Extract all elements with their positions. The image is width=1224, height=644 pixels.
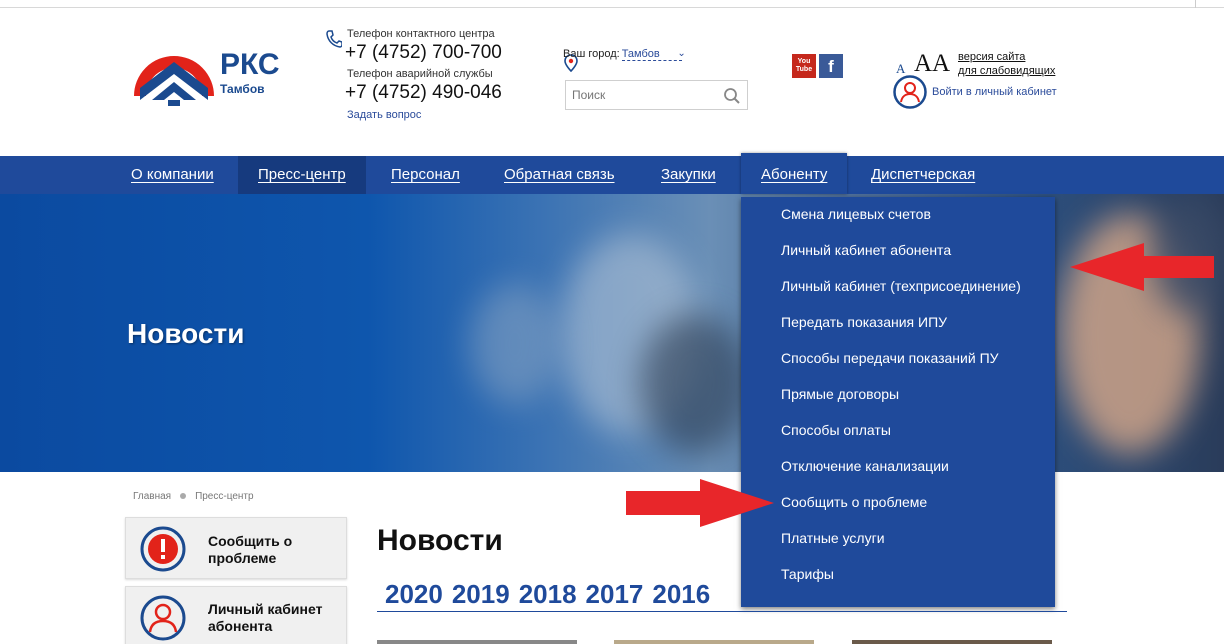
menu-item-reading-methods[interactable]: Способы передачи показаний ПУ (781, 350, 999, 366)
menu-item-sewer-shutoff[interactable]: Отключение канализации (781, 458, 949, 474)
nav-item-subscriber[interactable]: Абоненту (741, 153, 848, 194)
menu-item-report-problem[interactable]: Сообщить о проблеме (781, 494, 927, 510)
menu-item-personal-account[interactable]: Личный кабинет абонента (781, 242, 951, 258)
vision-impaired-link[interactable]: версия сайта для слабовидящих (958, 50, 1055, 78)
search-input[interactable] (566, 81, 716, 109)
menu-item-paid-services[interactable]: Платные услуги (781, 530, 885, 546)
youtube-icon[interactable]: You Tube (792, 54, 816, 78)
menu-item-direct-contracts[interactable]: Прямые договоры (781, 386, 899, 402)
ask-question-link[interactable]: Задать вопрос (347, 109, 421, 121)
facebook-icon[interactable]: f (819, 54, 843, 78)
card-label-line2: проблеме (208, 550, 277, 566)
year-tab[interactable]: 2017 (586, 579, 644, 609)
news-thumbnail[interactable] (377, 640, 577, 644)
breadcrumb-home[interactable]: Главная (133, 491, 171, 502)
main-nav: О компании Пресс-центр Персонал Обратная… (0, 153, 1224, 194)
menu-item-account-connection[interactable]: Личный кабинет (техприсоединение) (781, 278, 1021, 294)
year-tab[interactable]: 2018 (519, 579, 577, 609)
phone-icon (326, 30, 342, 48)
nav-item-purchases[interactable]: Закупки (641, 156, 736, 194)
menu-item-change-accounts[interactable]: Смена лицевых счетов (781, 206, 931, 222)
divider (377, 611, 1067, 612)
news-thumbnail[interactable] (852, 640, 1052, 644)
nav-item-press[interactable]: Пресс-центр (238, 156, 366, 194)
hero-title: Новости (127, 318, 245, 349)
year-tab[interactable]: 2020 (385, 579, 443, 609)
page-title: Новости (377, 524, 503, 557)
city-value[interactable]: Тамбов (621, 48, 682, 61)
search-icon[interactable] (723, 87, 741, 105)
contact-center-label: Телефон контактного центра (347, 28, 495, 40)
breadcrumb-separator (180, 492, 187, 499)
red-arrow-right-icon (626, 479, 774, 527)
year-tabs: 2020 2019 2018 2017 2016 (385, 579, 719, 610)
year-tab[interactable]: 2019 (452, 579, 510, 609)
news-thumbnail[interactable] (614, 640, 814, 644)
menu-item-payment-methods[interactable]: Способы оплаты (781, 422, 891, 438)
city-label: Ваш город: (563, 48, 620, 60)
year-tab[interactable]: 2016 (652, 579, 710, 609)
nav-item-company[interactable]: О компании (111, 156, 234, 194)
logo-icon (134, 56, 214, 106)
card-label-line1: Сообщить о (208, 533, 293, 549)
contact-center-phone[interactable]: +7 (4752) 700-700 (345, 42, 502, 64)
card-label-line1: Личный кабинет (208, 601, 323, 617)
font-big-toggle[interactable]: AA (914, 50, 950, 78)
logo[interactable]: РКС Тамбов (132, 36, 302, 112)
login-link[interactable]: Войти в личный кабинет (932, 86, 1057, 98)
logo-title: РКС (220, 48, 280, 81)
emergency-label: Телефон аварийной службы (347, 68, 493, 80)
nav-item-dispatch[interactable]: Диспетчерская (851, 156, 995, 194)
nav-item-feedback[interactable]: Обратная связь (484, 156, 635, 194)
personal-account-card[interactable]: Личный кабинет абонента (125, 586, 347, 644)
user-icon (140, 595, 186, 641)
breadcrumb: Главная Пресс-центр (133, 491, 254, 502)
user-icon[interactable] (893, 75, 927, 109)
breadcrumb-current: Пресс-центр (195, 491, 254, 502)
vision-link-line2: для слабовидящих (958, 65, 1056, 77)
alert-icon (140, 526, 186, 572)
vision-link-line1: версия сайта (958, 51, 1026, 63)
subscriber-dropdown-menu: Смена лицевых счетов Личный кабинет абон… (741, 197, 1055, 607)
top-border (0, 0, 1224, 8)
menu-item-tariffs[interactable]: Тарифы (781, 566, 834, 582)
search-box (565, 80, 748, 110)
report-problem-card[interactable]: Сообщить о проблеме (125, 517, 347, 579)
nav-item-staff[interactable]: Персонал (371, 156, 480, 194)
city-selector[interactable]: Ваш город: Тамбов ⌄ (563, 48, 686, 61)
red-arrow-left-icon (1070, 243, 1214, 291)
card-label-line2: абонента (208, 618, 273, 634)
emergency-phone[interactable]: +7 (4752) 490-046 (345, 82, 502, 104)
menu-item-submit-readings[interactable]: Передать показания ИПУ (781, 314, 947, 330)
chevron-down-icon[interactable]: ⌄ (677, 48, 685, 59)
logo-city: Тамбов (220, 82, 265, 96)
